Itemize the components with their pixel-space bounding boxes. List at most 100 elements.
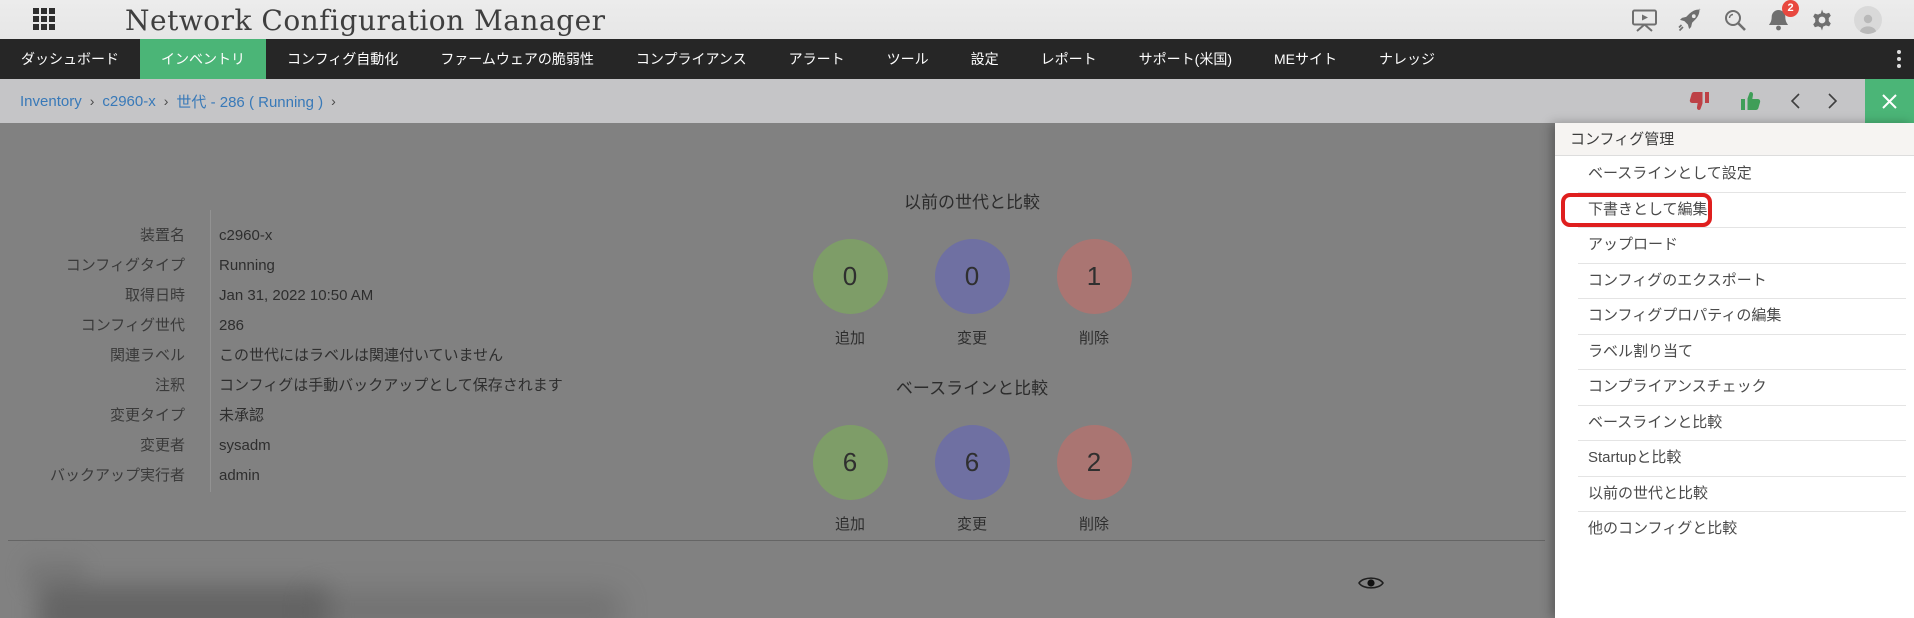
breadcrumb-actions <box>1687 79 1914 123</box>
tab-firmware-vulnerability[interactable]: ファームウェアの脆弱性 <box>419 39 615 79</box>
tab-config-automation[interactable]: コンフィグ自動化 <box>266 39 419 79</box>
added-label: 追加 <box>834 516 865 533</box>
detail-value: この世代にはラベルは関連付いていません <box>219 347 504 364</box>
added-count-circle[interactable]: 0 <box>812 239 888 314</box>
tab-settings[interactable]: 設定 <box>950 39 1020 79</box>
menu-item-compare-with-baseline[interactable]: ベースラインと比較 <box>1555 404 1914 441</box>
detail-value: Jan 31, 2022 10:50 AM <box>219 287 374 304</box>
menu-item-export-config[interactable]: コンフィグのエクスポート <box>1555 262 1914 299</box>
deleted-count-circle[interactable]: 1 <box>1056 239 1132 314</box>
breadcrumb-separator: › <box>89 93 95 109</box>
detail-label: 変更タイプ <box>109 407 185 424</box>
bell-icon[interactable]: 2 <box>1767 0 1799 32</box>
section-divider <box>8 540 1545 541</box>
modified-count-unit: 0 変更 <box>911 239 1033 348</box>
detail-value: c2960-x <box>219 227 273 244</box>
detail-value: admin <box>219 467 260 484</box>
breadcrumb-separator: › <box>331 93 336 109</box>
menu-item-compare-with-startup[interactable]: Startupと比較 <box>1555 440 1914 476</box>
menu-item-set-as-baseline[interactable]: ベースラインとして設定 <box>1555 156 1914 192</box>
user-avatar[interactable] <box>1854 5 1882 34</box>
detail-value: 286 <box>219 317 245 334</box>
nav-overflow-kebab-icon[interactable] <box>1884 39 1914 79</box>
modified-count-circle[interactable]: 0 <box>934 239 1010 314</box>
menu-item-assign-label[interactable]: ラベル割り当て <box>1555 333 1914 370</box>
compare-with-baseline-widget: ベースラインと比較 6 追加 6 変更 2 削除 <box>789 376 1155 534</box>
menu-item-edit-config-properties[interactable]: コンフィグプロパティの編集 <box>1555 298 1914 334</box>
modified-label: 変更 <box>956 330 987 347</box>
detail-label: コンフィグ世代 <box>80 317 185 334</box>
deleted-label: 削除 <box>1078 330 1109 347</box>
menu-item-edit-as-draft[interactable]: 下書きとして編集 <box>1555 191 1914 228</box>
tab-reports[interactable]: レポート <box>1020 39 1118 79</box>
detail-row: コンフィグタイプ Running <box>0 251 563 281</box>
panel-title: コンフィグ管理 <box>1555 123 1914 156</box>
search-icon[interactable] <box>1723 8 1747 32</box>
compare-circles: 6 追加 6 変更 2 削除 <box>789 425 1155 534</box>
detail-label: バックアップ実行者 <box>49 467 185 484</box>
detail-row: 注釈 コンフィグは手動バックアップとして保存されます <box>0 371 563 401</box>
next-version-chevron-icon[interactable] <box>1827 92 1839 110</box>
compare-section-title: 以前の世代と比較 <box>904 193 1040 212</box>
tab-tools[interactable]: ツール <box>866 39 950 79</box>
top-bar-icons: 2 <box>1631 0 1914 39</box>
breadcrumb-device-link[interactable]: c2960-x <box>102 93 155 110</box>
tab-me-site[interactable]: MEサイト <box>1253 39 1358 79</box>
detail-label: 注釈 <box>154 377 185 394</box>
detail-value: 未承認 <box>219 407 265 424</box>
breadcrumb-inventory-link[interactable]: Inventory <box>20 93 82 110</box>
breadcrumb: Inventory › c2960-x › 世代 - 286 ( Running… <box>0 91 344 112</box>
close-button[interactable] <box>1865 79 1914 123</box>
compare-with-previous-version-widget: 以前の世代と比較 0 追加 0 変更 1 削除 <box>789 190 1155 348</box>
menu-item-compare-with-previous-version[interactable]: 以前の世代と比較 <box>1555 475 1914 512</box>
rocket-icon[interactable] <box>1678 7 1703 32</box>
deleted-label: 削除 <box>1078 516 1109 533</box>
tab-compliance[interactable]: コンプライアンス <box>615 39 768 79</box>
tab-dashboard[interactable]: ダッシュボード <box>0 39 140 79</box>
modified-count-circle[interactable]: 6 <box>934 425 1010 500</box>
tab-alerts[interactable]: アラート <box>768 39 866 79</box>
thumbs-up-icon[interactable] <box>1738 89 1763 113</box>
deleted-count-unit: 1 削除 <box>1033 239 1155 348</box>
added-count-circle[interactable]: 6 <box>812 425 888 500</box>
top-bar: Network Configuration Manager 2 <box>0 0 1914 39</box>
modified-label: 変更 <box>956 516 987 533</box>
menu-item-upload[interactable]: アップロード <box>1555 227 1914 263</box>
breadcrumb-separator: › <box>163 93 169 109</box>
show-config-eye-icon[interactable] <box>1358 575 1384 591</box>
menu-item-compliance-check[interactable]: コンプライアンスチェック <box>1555 369 1914 405</box>
presentation-icon[interactable] <box>1631 8 1658 32</box>
breadcrumb-version-link[interactable]: 世代 - 286 ( Running ) <box>176 91 323 112</box>
detail-row: 関連ラベル この世代にはラベルは関連付いていません <box>0 341 563 371</box>
detail-label: 取得日時 <box>124 287 185 304</box>
blurred-content <box>310 591 620 618</box>
config-management-panel: コンフィグ管理 ベースラインとして設定 下書きとして編集 アップロード コンフィ… <box>1555 123 1914 618</box>
deleted-count-circle[interactable]: 2 <box>1056 425 1132 500</box>
tab-knowledge[interactable]: ナレッジ <box>1358 39 1456 79</box>
notification-badge: 2 <box>1782 0 1799 17</box>
detail-value: Running <box>219 257 275 274</box>
detail-value: コンフィグは手動バックアップとして保存されます <box>219 377 563 394</box>
modified-count-unit: 6 変更 <box>911 425 1033 534</box>
thumbs-down-icon[interactable] <box>1687 89 1712 113</box>
compare-section-title: ベースラインと比較 <box>895 379 1049 398</box>
blurred-content <box>38 585 328 618</box>
main-nav: ダッシュボード インベントリ コンフィグ自動化 ファームウェアの脆弱性 コンプラ… <box>0 39 1914 79</box>
gear-icon[interactable] <box>1810 8 1834 32</box>
config-details-table: 装置名 c2960-x コンフィグタイプ Running 取得日時 Jan 31, 2… <box>0 221 563 491</box>
tab-support-us[interactable]: サポート(米国) <box>1118 39 1253 79</box>
previous-version-chevron-icon[interactable] <box>1789 92 1801 110</box>
compare-circles: 0 追加 0 変更 1 削除 <box>789 239 1155 348</box>
apps-grid-icon[interactable] <box>33 8 57 32</box>
menu-item-compare-with-other-config[interactable]: 他のコンフィグと比較 <box>1555 511 1914 547</box>
panel-menu: ベースラインとして設定 下書きとして編集 アップロード コンフィグのエクスポート… <box>1555 156 1914 547</box>
detail-label: 関連ラベル <box>109 347 185 364</box>
config-detail-content: 装置名 c2960-x コンフィグタイプ Running 取得日時 Jan 31, 2… <box>0 123 1555 618</box>
detail-row: 変更者 sysadm <box>0 431 563 461</box>
tab-inventory[interactable]: インベントリ <box>140 39 266 79</box>
detail-row: バックアップ実行者 admin <box>0 461 563 491</box>
detail-row: 変更タイプ 未承認 <box>0 401 563 431</box>
app-title: Network Configuration Manager <box>125 4 606 37</box>
detail-label: 変更者 <box>139 437 185 454</box>
added-count-unit: 0 追加 <box>789 239 911 348</box>
